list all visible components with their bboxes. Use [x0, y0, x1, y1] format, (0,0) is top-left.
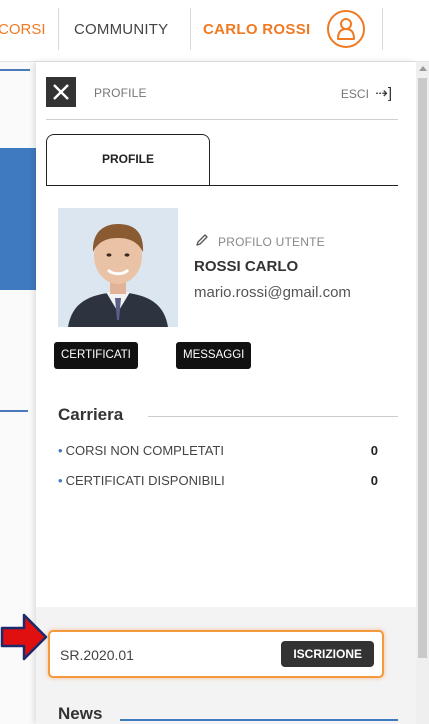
background-divider: [0, 410, 28, 412]
enrollment-code-input[interactable]: [58, 642, 262, 668]
top-navigation: CORSI COMMUNITY CARLO ROSSI: [0, 0, 429, 62]
bullet-icon: •: [58, 443, 63, 458]
messaggi-button[interactable]: MESSAGGI: [176, 342, 252, 369]
tab-profile[interactable]: PROFILE: [46, 134, 210, 186]
iscrizione-button[interactable]: ISCRIZIONE: [281, 641, 374, 667]
nav-separator: [58, 8, 59, 50]
background-banner: [0, 148, 36, 290]
user-photo: [58, 208, 178, 327]
news-heading: News: [58, 704, 103, 723]
stat-value: 0: [370, 443, 378, 458]
user-name: ROSSI CARLO: [194, 258, 299, 275]
nav-separator: [190, 8, 191, 50]
stat-label: CORSI NON COMPLETATI: [65, 443, 224, 458]
scroll-up-icon[interactable]: [419, 66, 427, 71]
logout-label: ESCI: [340, 87, 369, 101]
certificati-button[interactable]: CERTIFICATI: [54, 342, 138, 369]
nav-user-link[interactable]: CARLO ROSSI: [203, 0, 310, 62]
user-email: mario.rossi@gmail.com: [194, 284, 351, 301]
carriera-heading: Carriera: [58, 405, 124, 424]
tab-underline: [46, 185, 398, 186]
edit-profile-icon[interactable]: [194, 232, 210, 252]
scrollbar-thumb[interactable]: [418, 78, 427, 658]
header-divider: [46, 119, 398, 120]
background-divider: [0, 69, 30, 71]
panel-title: PROFILE: [94, 86, 147, 100]
news-divider: [120, 719, 398, 721]
carriera-divider: [148, 416, 398, 417]
enrollment-code-box: ISCRIZIONE: [48, 630, 384, 678]
user-avatar-icon[interactable]: [327, 10, 365, 48]
nav-corsi-link[interactable]: CORSI: [0, 0, 52, 62]
stat-row: • CORSI NON COMPLETATI 0: [58, 443, 378, 458]
logout-button[interactable]: ESCI ⇢]: [341, 84, 392, 102]
profile-panel: PROFILE ESCI ⇢] PROFILE PROFILO UTENTE R…: [36, 62, 416, 724]
close-button[interactable]: [46, 77, 76, 107]
logout-icon: ⇢]: [375, 85, 392, 102]
stat-row: • CERTIFICATI DISPONIBILI 0: [58, 473, 378, 488]
nav-community-link[interactable]: COMMUNITY: [74, 0, 168, 62]
red-arrow-icon: [0, 612, 48, 667]
profilo-utente-link[interactable]: PROFILO UTENTE: [218, 235, 325, 249]
nav-separator: [382, 8, 383, 50]
stat-label: CERTIFICATI DISPONIBILI: [65, 473, 225, 488]
stat-value: 0: [370, 473, 378, 488]
close-icon: [53, 84, 69, 100]
bullet-icon: •: [58, 473, 63, 488]
